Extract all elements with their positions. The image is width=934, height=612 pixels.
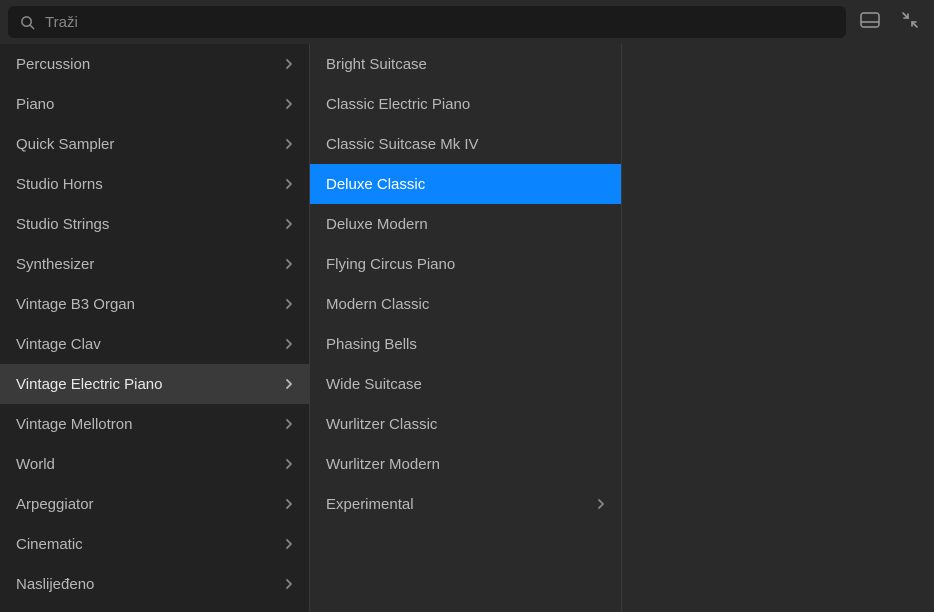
list-item-label: Classic Suitcase Mk IV [326, 136, 479, 153]
list-item[interactable]: Wide Suitcase [310, 364, 621, 404]
panel-toggle-button[interactable] [854, 6, 886, 38]
list-item[interactable]: Deluxe Classic [310, 164, 621, 204]
list-item[interactable]: Vintage B3 Organ [0, 284, 309, 324]
list-item[interactable]: Phasing Bells [310, 324, 621, 364]
list-item[interactable]: Experimental [310, 484, 621, 524]
list-item-label: Quick Sampler [16, 136, 114, 153]
list-item[interactable]: Wurlitzer Classic [310, 404, 621, 444]
list-item-label: Phasing Bells [326, 336, 417, 353]
panel-icon [860, 12, 880, 32]
list-item-label: Studio Horns [16, 176, 103, 193]
chevron-right-icon [285, 178, 293, 190]
list-item-label: Wurlitzer Modern [326, 456, 440, 473]
chevron-right-icon [285, 498, 293, 510]
list-item[interactable]: Classic Suitcase Mk IV [310, 124, 621, 164]
list-item-label: Arpeggiator [16, 496, 94, 513]
list-item-label: Classic Electric Piano [326, 96, 470, 113]
collapse-icon [901, 11, 919, 33]
chevron-right-icon [285, 578, 293, 590]
chevron-right-icon [285, 138, 293, 150]
list-item[interactable]: Vintage Mellotron [0, 404, 309, 444]
list-item[interactable]: Wurlitzer Modern [310, 444, 621, 484]
list-item-label: Naslijeđeno [16, 576, 94, 593]
collapse-button[interactable] [894, 6, 926, 38]
list-item-label: Modern Classic [326, 296, 429, 313]
browser-columns: Percussion Piano Quick Sampler Studio Horns… [0, 44, 934, 612]
list-item-label: Vintage Electric Piano [16, 376, 162, 393]
list-item[interactable]: Bright Suitcase [310, 44, 621, 84]
search-bar [0, 0, 934, 44]
list-item[interactable]: Classic Electric Piano [310, 84, 621, 124]
list-item-label: Percussion [16, 56, 90, 73]
chevron-right-icon [597, 498, 605, 510]
list-item[interactable]: World [0, 444, 309, 484]
search-input[interactable] [45, 14, 834, 31]
list-item[interactable]: Synthesizer [0, 244, 309, 284]
list-item[interactable]: Cinematic [0, 524, 309, 564]
list-item[interactable]: Percussion [0, 44, 309, 84]
list-item-label: Vintage B3 Organ [16, 296, 135, 313]
list-item[interactable]: Modern Classic [310, 284, 621, 324]
chevron-right-icon [285, 338, 293, 350]
list-item-label: Cinematic [16, 536, 83, 553]
list-item-label: Deluxe Modern [326, 216, 428, 233]
search-icon [20, 15, 35, 30]
category-column: Percussion Piano Quick Sampler Studio Horns… [0, 44, 310, 612]
list-item-label: Studio Strings [16, 216, 109, 233]
chevron-right-icon [285, 258, 293, 270]
list-item-label: Vintage Clav [16, 336, 101, 353]
chevron-right-icon [285, 418, 293, 430]
preset-column: Bright Suitcase Classic Electric Piano Cla… [310, 44, 622, 612]
list-item[interactable]: Naslijeđeno [0, 564, 309, 604]
list-item[interactable]: Flying Circus Piano [310, 244, 621, 284]
detail-column [622, 44, 934, 612]
list-item-label: Wide Suitcase [326, 376, 422, 393]
chevron-right-icon [285, 218, 293, 230]
list-item[interactable]: Piano [0, 84, 309, 124]
list-item[interactable]: Studio Strings [0, 204, 309, 244]
list-item-label: Wurlitzer Classic [326, 416, 437, 433]
list-item-label: Vintage Mellotron [16, 416, 132, 433]
list-item[interactable]: Quick Sampler [0, 124, 309, 164]
list-item[interactable]: Studio Horns [0, 164, 309, 204]
list-item-label: Bright Suitcase [326, 56, 427, 73]
search-field[interactable] [8, 6, 846, 38]
list-item[interactable]: Vintage Electric Piano [0, 364, 309, 404]
list-item[interactable]: Vintage Clav [0, 324, 309, 364]
list-item-label: World [16, 456, 55, 473]
chevron-right-icon [285, 378, 293, 390]
chevron-right-icon [285, 458, 293, 470]
list-item-label: Experimental [326, 496, 414, 513]
list-item[interactable]: Arpeggiator [0, 484, 309, 524]
list-item-label: Flying Circus Piano [326, 256, 455, 273]
list-item-label: Deluxe Classic [326, 176, 425, 193]
chevron-right-icon [285, 298, 293, 310]
chevron-right-icon [285, 98, 293, 110]
chevron-right-icon [285, 58, 293, 70]
list-item-label: Piano [16, 96, 54, 113]
chevron-right-icon [285, 538, 293, 550]
list-item[interactable]: Deluxe Modern [310, 204, 621, 244]
list-item-label: Synthesizer [16, 256, 94, 273]
